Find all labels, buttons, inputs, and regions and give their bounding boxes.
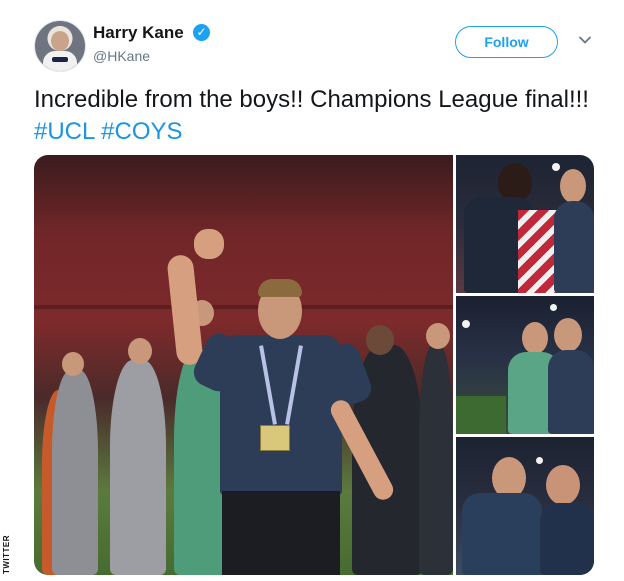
- media-grid: [34, 155, 594, 575]
- player-shirt: [540, 503, 594, 575]
- hashtag-ucl[interactable]: #UCL: [34, 118, 94, 145]
- bystander: [52, 370, 98, 575]
- stadium-light: [552, 163, 560, 171]
- player-trousers: [222, 491, 340, 575]
- stand-divider: [34, 305, 453, 309]
- photo-thumbnail-3[interactable]: [456, 437, 594, 575]
- stadium-light: [536, 457, 543, 464]
- author-handle[interactable]: @HKane: [93, 48, 150, 64]
- tweet-body: Incredible from the boys!! Champions Lea…: [34, 86, 589, 113]
- follow-button[interactable]: Follow: [455, 26, 558, 58]
- avatar[interactable]: [34, 20, 86, 72]
- bystander-head: [128, 338, 152, 364]
- hashtag-coys[interactable]: #COYS: [101, 118, 182, 145]
- verified-badge-icon: ✓: [193, 24, 210, 41]
- player-hair: [258, 279, 302, 297]
- player-head: [522, 322, 548, 354]
- stadium-light: [462, 320, 470, 328]
- bystander-head: [426, 323, 450, 349]
- avatar-shirt-logo: [52, 57, 68, 62]
- author-name[interactable]: Harry Kane: [93, 23, 184, 43]
- stadium-light: [550, 304, 557, 311]
- player-head: [546, 465, 580, 505]
- photo-thumbnail-1[interactable]: [456, 155, 594, 293]
- avatar-face: [51, 31, 69, 51]
- player-shirt: [554, 201, 594, 293]
- bystander: [110, 360, 166, 575]
- player-head: [560, 169, 586, 203]
- raised-fist: [194, 229, 224, 259]
- chevron-down-icon[interactable]: [578, 33, 592, 47]
- player-shirt: [462, 493, 542, 575]
- flag: [518, 210, 558, 293]
- raised-arm: [166, 253, 204, 367]
- tweet-text: Incredible from the boys!! Champions Lea…: [34, 84, 604, 148]
- pitch: [456, 396, 506, 434]
- player-head: [554, 318, 582, 352]
- bystander: [419, 345, 453, 575]
- watermark-credit: TWITTER: [2, 535, 11, 575]
- photo-thumbnail-2[interactable]: [456, 296, 594, 434]
- bystander-head: [366, 325, 394, 355]
- tweet-card: Harry Kane ✓ @HKane Follow Incredible fr…: [0, 0, 624, 581]
- photo-main[interactable]: [34, 155, 453, 575]
- bystander-head: [62, 352, 84, 376]
- player-shirt: [548, 350, 594, 434]
- accreditation-badge: [260, 425, 290, 451]
